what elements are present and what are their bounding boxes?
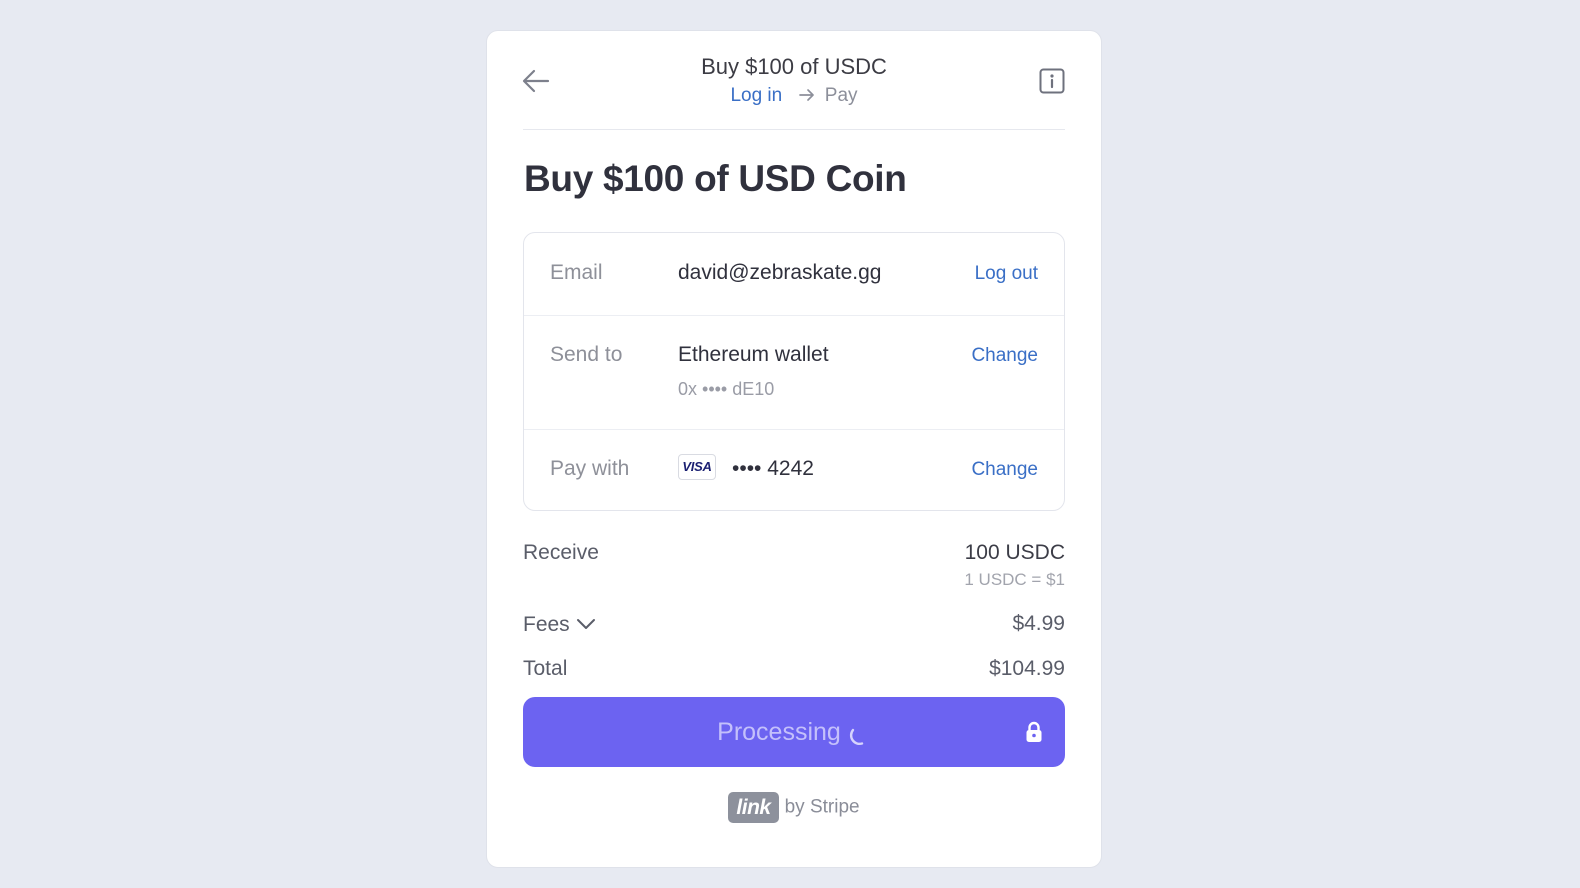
info-button[interactable] — [1039, 68, 1065, 94]
send-to-row: Send to Ethereum wallet 0x •••• dE10 Cha… — [524, 315, 1064, 430]
receive-label: Receive — [523, 541, 599, 564]
breadcrumb: Log in Pay — [523, 85, 1065, 108]
total-amount: $104.99 — [989, 657, 1065, 680]
fees-label: Fees — [523, 613, 570, 636]
breadcrumb-pay-step: Pay — [824, 85, 858, 106]
receive-amount: 100 USDC — [964, 541, 1065, 564]
change-payment-link[interactable]: Change — [971, 459, 1038, 481]
wallet-address: 0x •••• dE10 — [678, 379, 775, 399]
send-to-label: Send to — [550, 343, 623, 366]
chevron-down-icon — [576, 612, 596, 636]
spinner-icon — [849, 724, 871, 753]
link-logo: link — [728, 792, 779, 823]
arrow-right-icon — [798, 86, 815, 108]
card-number: •••• 4242 — [732, 457, 814, 480]
lock-icon — [1025, 721, 1043, 748]
email-value: david@zebraskate.gg — [678, 261, 882, 284]
fees-toggle[interactable]: Fees — [523, 612, 596, 637]
email-row: Email david@zebraskate.gg Log out — [524, 233, 1064, 316]
pay-button-content: Processing — [523, 718, 1065, 753]
page-title: Buy $100 of USD Coin — [524, 158, 907, 199]
fees-amount: $4.99 — [1012, 612, 1065, 635]
pay-with-label: Pay with — [550, 457, 630, 480]
wallet-name: Ethereum wallet — [678, 343, 829, 366]
checkout-header: Buy $100 of USDC Log in Pay — [522, 31, 1065, 130]
exchange-rate: 1 USDC = $1 — [964, 570, 1065, 589]
pay-button-label: Processing — [717, 718, 841, 746]
checkout-details: Email david@zebraskate.gg Log out Send t… — [523, 232, 1065, 511]
info-icon — [1039, 68, 1065, 94]
total-label: Total — [523, 657, 568, 680]
checkout-card: Buy $100 of USDC Log in Pay Buy $100 of … — [486, 30, 1102, 868]
email-label: Email — [550, 261, 603, 284]
breadcrumb-login-link[interactable]: Log in — [730, 85, 782, 106]
change-wallet-link[interactable]: Change — [971, 345, 1038, 367]
pay-with-row: Pay with VISA •••• 4242 Change — [524, 429, 1064, 510]
pay-button[interactable]: Processing — [523, 697, 1065, 767]
header-title: Buy $100 of USDC — [701, 54, 887, 79]
visa-card-icon: VISA — [678, 454, 716, 480]
footer: link by Stripe — [487, 792, 1101, 823]
log-out-link[interactable]: Log out — [975, 263, 1038, 285]
by-stripe-text: by Stripe — [784, 796, 860, 818]
